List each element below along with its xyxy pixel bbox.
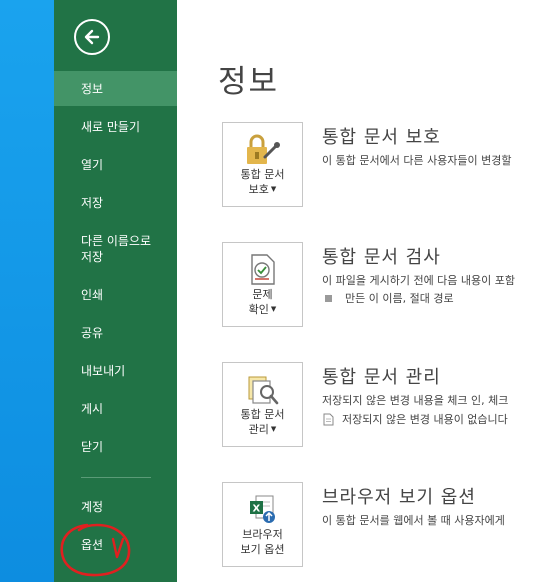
nav-item-label: 다른 이름으로 저장: [81, 234, 152, 264]
back-arrow-icon: [84, 29, 100, 45]
nav-item-label: 공유: [81, 326, 104, 340]
nav-item-label: 닫기: [81, 440, 104, 454]
document-check-icon: [250, 254, 275, 285]
nav-item-account[interactable]: 계정: [54, 491, 177, 523]
section-sub-manage: 저장되지 않은 변경 내용이 없습니다: [322, 411, 508, 427]
document-search-icon: [248, 376, 278, 405]
nav-item-label: 계정: [81, 500, 104, 514]
desktop-background: [0, 0, 54, 582]
nav-item-new[interactable]: 새로 만들기: [54, 111, 177, 143]
nav-item-save[interactable]: 저장: [54, 187, 177, 219]
bullet-icon: [325, 294, 332, 302]
section-sub-inspect: 만든 이 이름, 절대 경로: [322, 290, 454, 306]
section-heading-protect: 통합 문서 보호: [322, 127, 441, 148]
sub-item-text: 만든 이 이름, 절대 경로: [345, 292, 454, 305]
nav-item-label: 인쇄: [81, 288, 104, 302]
lock-key-icon: [246, 134, 280, 164]
nav-item-label: 열기: [81, 158, 104, 172]
back-button[interactable]: [74, 19, 110, 55]
page-title: 정보: [218, 64, 280, 100]
section-heading-inspect: 통합 문서 검사: [322, 247, 441, 268]
button-label: 문제 확인: [248, 288, 273, 316]
nav-item-label: 정보: [81, 81, 104, 96]
nav-item-share[interactable]: 공유: [54, 317, 177, 349]
protect-workbook-button[interactable]: 통합 문서 보호 ▼: [222, 122, 303, 207]
manage-workbook-button[interactable]: 통합 문서 관리 ▼: [222, 362, 303, 447]
nav-item-info[interactable]: 정보: [54, 71, 177, 106]
nav-item-label: 내보내기: [81, 364, 126, 378]
sub-item-text: 저장되지 않은 변경 내용이 없습니다: [342, 413, 508, 426]
button-label: 통합 문서 보호: [240, 168, 285, 196]
nav-item-label: 저장: [81, 196, 104, 210]
document-icon: [323, 413, 334, 425]
backstage-sidebar: 정보 새로 만들기 열기 저장 다른 이름으로 저장 인쇄 공유 내보내기 게시…: [54, 0, 177, 582]
excel-globe-icon: X: [249, 495, 275, 523]
check-issues-button[interactable]: 문제 확인 ▼: [222, 242, 303, 327]
section-description-protect: 이 통합 문서에서 다른 사용자들이 변경할: [322, 154, 512, 167]
nav-item-label: 게시: [81, 402, 104, 416]
section-description-inspect: 이 파일을 게시하기 전에 다음 내용이 포함: [322, 274, 516, 287]
section-heading-manage: 통합 문서 관리: [322, 367, 441, 388]
nav-item-close[interactable]: 닫기: [54, 431, 177, 463]
browser-view-options-button[interactable]: X 브라우저 보기 옵션: [222, 482, 303, 567]
nav-item-save-as[interactable]: 다른 이름으로 저장: [54, 226, 177, 272]
svg-text:X: X: [252, 504, 260, 515]
section-heading-browser: 브라우저 보기 옵션: [322, 487, 476, 508]
nav-item-open[interactable]: 열기: [54, 149, 177, 181]
nav-item-export[interactable]: 내보내기: [54, 355, 177, 387]
annotation-circle: [60, 523, 131, 577]
section-description-manage: 저장되지 않은 변경 내용을 체크 인, 체크: [322, 394, 509, 407]
nav-item-label: 새로 만들기: [81, 120, 141, 134]
nav-item-print[interactable]: 인쇄: [54, 279, 177, 311]
nav-item-publish[interactable]: 게시: [54, 393, 177, 425]
info-panel: 정보 통합 문서 보호 ▼ 통합 문서 보호 이 통합 문서에서 다른 사용자들이…: [177, 0, 541, 582]
button-label: 브라우저 보기 옵션: [240, 528, 285, 556]
section-description-browser: 이 통합 문서를 웹에서 볼 때 사용자에게: [322, 514, 505, 527]
nav-divider: [81, 477, 151, 478]
button-label: 통합 문서 관리: [240, 408, 285, 436]
